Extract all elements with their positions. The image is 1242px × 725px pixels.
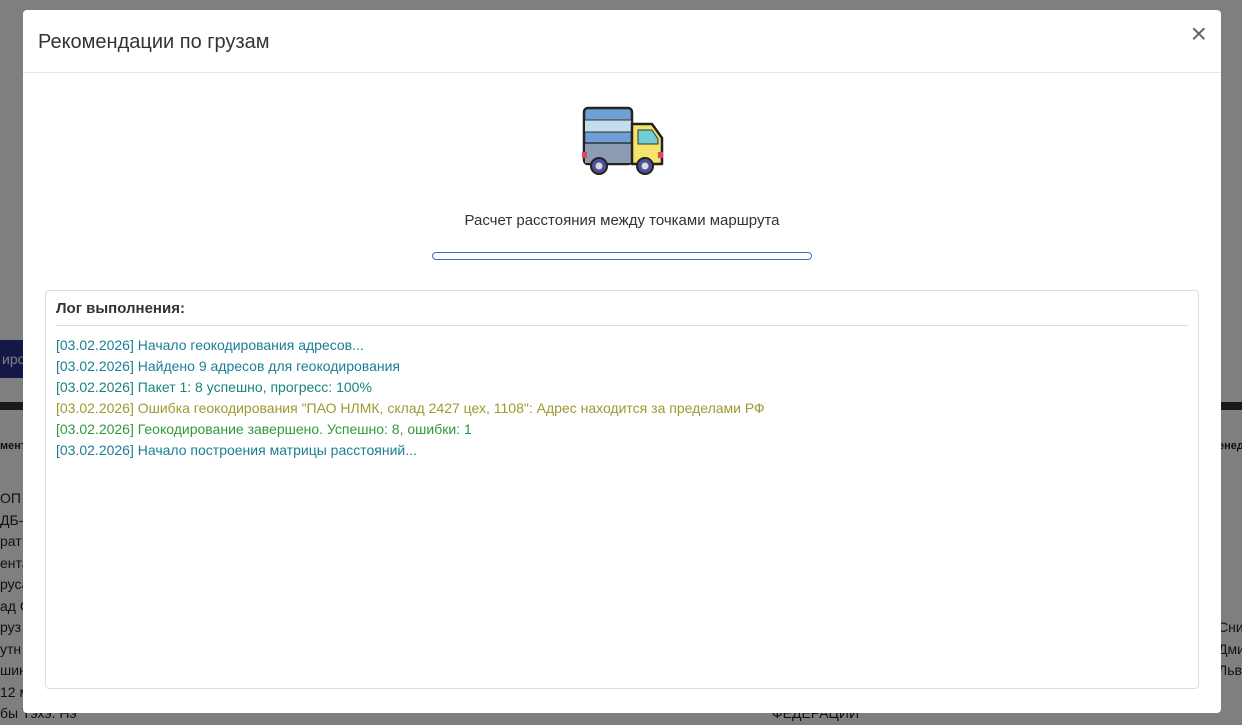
- log-entry: [03.02.2026] Начало построения матрицы р…: [56, 442, 417, 458]
- close-button[interactable]: ×: [1191, 20, 1207, 48]
- progress-bar: [432, 252, 812, 260]
- modal-title: Рекомендации по грузам: [38, 31, 270, 53]
- cargo-recommendations-modal: Рекомендации по грузам × Расчет расстоян…: [23, 10, 1221, 713]
- log-title: Лог выполнения:: [56, 300, 1188, 326]
- truck-icon: [582, 106, 664, 175]
- log-entry: [03.02.2026] Ошибка геокодирования "ПАО …: [56, 400, 765, 416]
- modal-header: Рекомендации по грузам: [23, 10, 1221, 73]
- log-entry: [03.02.2026] Начало геокодирования адрес…: [56, 337, 364, 353]
- log-entry: [03.02.2026] Геокодирование завершено. У…: [56, 421, 472, 437]
- log-entry: [03.02.2026] Найдено 9 адресов для геоко…: [56, 358, 400, 374]
- execution-log-panel: Лог выполнения: [03.02.2026] Начало геок…: [45, 290, 1199, 689]
- status-text: Расчет расстояния между точками маршрута: [464, 212, 780, 229]
- log-entry: [03.02.2026] Пакет 1: 8 успешно, прогрес…: [56, 379, 372, 395]
- log-list: [03.02.2026] Начало геокодирования адрес…: [56, 335, 1188, 461]
